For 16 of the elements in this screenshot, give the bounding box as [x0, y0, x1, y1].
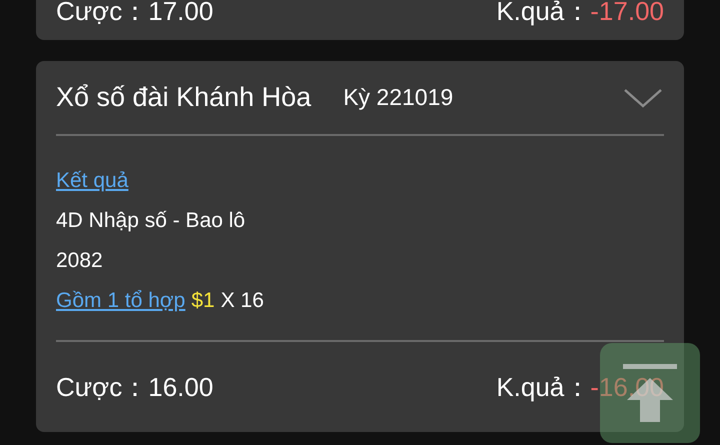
multiplier: X 16: [220, 288, 264, 314]
bet-amount: 17.00: [148, 0, 214, 24]
result-label: K.quả：: [496, 374, 590, 400]
result-label: K.quả：: [496, 0, 590, 24]
chevron-down-icon[interactable]: [624, 88, 662, 108]
bet-label: Cược：: [56, 0, 148, 24]
bet-label: Cược：: [56, 374, 148, 400]
unit-amount: $1: [191, 288, 215, 314]
combination-link[interactable]: Gồm 1 tổ hợp: [56, 281, 186, 321]
lottery-title: Xổ số đài Khánh Hòa: [56, 81, 312, 114]
result-amount: -17.00: [590, 0, 664, 24]
bet-numbers: 2082: [56, 248, 104, 274]
period-number: Kỳ 221019: [343, 83, 454, 112]
bet-type: 4D Nhập số - Bao lô: [56, 208, 246, 234]
bet-amount: 16.00: [148, 374, 214, 400]
result-link[interactable]: Kết quả: [56, 161, 128, 201]
